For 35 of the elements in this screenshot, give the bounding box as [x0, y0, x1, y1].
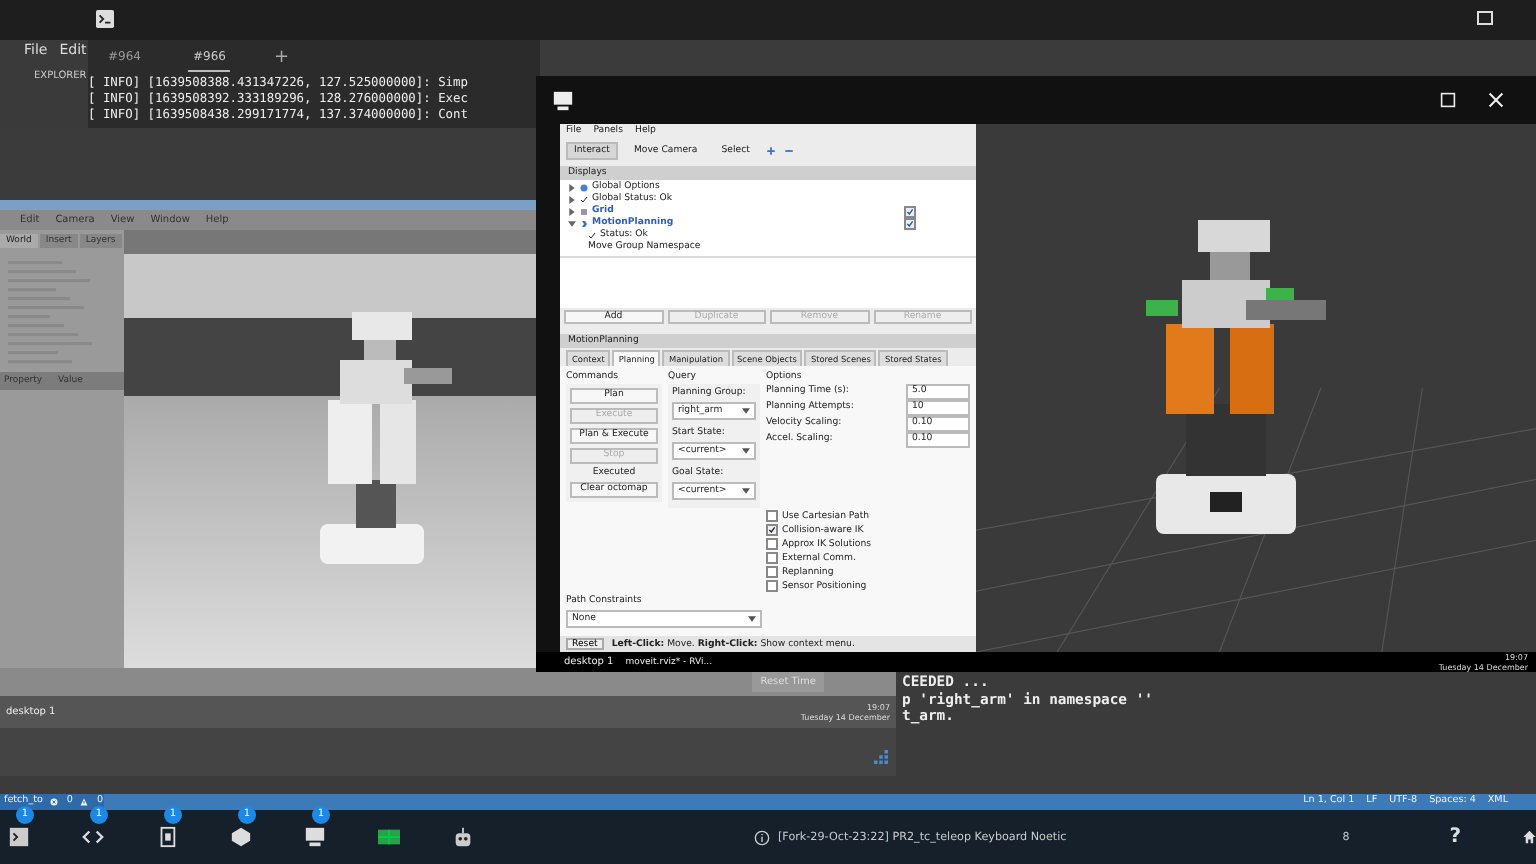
caret-icon: [742, 447, 750, 454]
checkmark-icon: [588, 231, 596, 239]
globe-icon: [580, 183, 588, 191]
caret-icon: [742, 487, 750, 494]
checkbox[interactable]: [766, 566, 778, 579]
collapse-arrow-icon[interactable]: [568, 219, 576, 227]
minus-icon[interactable]: [783, 145, 794, 156]
package-icon[interactable]: [229, 826, 251, 848]
plus-icon[interactable]: [765, 145, 776, 156]
code-icon[interactable]: [81, 826, 103, 848]
close-icon[interactable]: [1488, 92, 1504, 108]
computer-icon: [552, 89, 574, 111]
resize-grip-icon[interactable]: [874, 750, 888, 764]
caret-icon: [748, 616, 756, 623]
checkbox[interactable]: [766, 510, 778, 523]
terminal-icon[interactable]: [7, 826, 29, 848]
home-icon[interactable]: [1521, 828, 1536, 846]
checkbox[interactable]: [766, 580, 778, 593]
window-restore-icon[interactable]: [1476, 8, 1496, 28]
caret-icon: [742, 407, 750, 414]
terminal-icon[interactable]: [96, 10, 114, 28]
grid-icon: [580, 207, 588, 215]
checkbox[interactable]: [766, 552, 778, 565]
checkbox[interactable]: [904, 205, 916, 217]
new-tab-button[interactable]: +: [273, 48, 290, 68]
document-icon[interactable]: [155, 826, 177, 848]
maximize-icon[interactable]: [1440, 92, 1456, 108]
grid-icon[interactable]: [377, 826, 399, 848]
checkmark-icon: [580, 195, 588, 203]
checkbox[interactable]: [766, 524, 778, 537]
robot-icon[interactable]: [451, 826, 473, 848]
info-icon: [754, 829, 770, 845]
checkbox[interactable]: [766, 538, 778, 551]
help-button[interactable]: ?: [1449, 826, 1462, 848]
computer-icon[interactable]: [303, 826, 325, 848]
